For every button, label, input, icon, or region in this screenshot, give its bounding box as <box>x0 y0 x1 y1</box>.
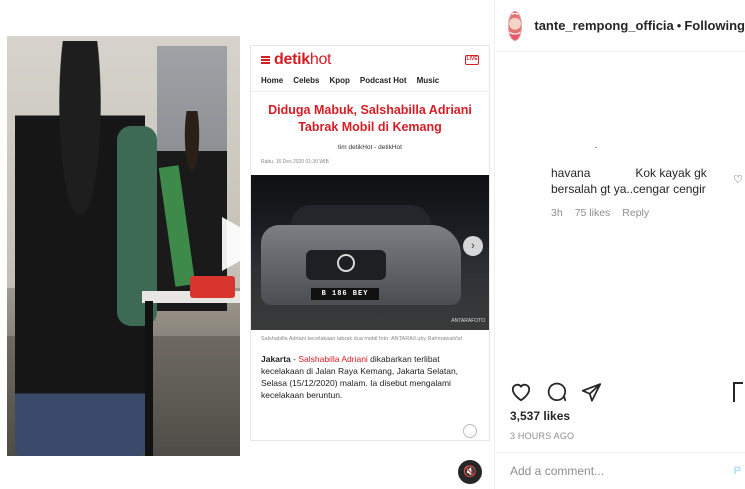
comment-icon[interactable] <box>546 381 567 402</box>
article-date: Rabu, 16 Des 2020 01:30 WIB <box>261 159 329 165</box>
share-icon[interactable] <box>581 382 602 402</box>
article-photo: B 186 BEY ANTARAFOTO <box>251 175 489 330</box>
comment-item: havana Kok kayak gk bersalah gt ya..cenga… <box>551 165 736 219</box>
divider-tick <box>595 147 597 148</box>
article-byline: tim detikHot - detikHot <box>338 144 402 151</box>
separator-dot: • <box>676 18 682 33</box>
comment-text-line1: Kok kayak gk <box>635 166 707 180</box>
instagram-post-modal: detikhot LIVE Home Celebs Kpop Podcast H… <box>0 0 745 489</box>
comment-text-line2: bersalah gt ya..cengar cengir <box>551 182 706 196</box>
red-container <box>190 276 235 298</box>
add-comment-input[interactable] <box>510 464 710 478</box>
comment-meta: 3h 75 likes Reply <box>551 207 736 219</box>
brand-bar: detikhot LIVE <box>251 46 489 74</box>
news-screenshot: detikhot LIVE Home Celebs Kpop Podcast H… <box>250 45 490 441</box>
table-leg <box>145 301 153 456</box>
menu-icon <box>261 56 270 64</box>
bookmark-icon[interactable] <box>733 382 743 402</box>
post-sidebar: tante_rempong_officia • Following havana… <box>496 0 745 489</box>
brand-logo: detikhot <box>274 51 332 68</box>
reply-button[interactable]: Reply <box>622 207 649 219</box>
license-plate: B 186 BEY <box>311 288 379 300</box>
comment-like-heart-icon[interactable]: ♡ <box>733 173 743 186</box>
nav-podcast-hot: Podcast Hot <box>359 76 407 85</box>
mute-icon[interactable]: 🔇 <box>458 460 482 484</box>
following-button[interactable]: Following <box>684 18 745 33</box>
video-frame[interactable] <box>7 36 240 456</box>
comment-username[interactable]: havana <box>551 166 590 180</box>
article-nav: Home Celebs Kpop Podcast Hot Music <box>251 74 489 92</box>
photo-watermark: ANTARAFOTO <box>451 318 485 324</box>
post-actions <box>510 381 602 402</box>
mercedes-logo-icon <box>337 254 355 272</box>
nav-celebs: Celebs <box>293 76 320 85</box>
comment-likes[interactable]: 75 likes <box>575 207 611 219</box>
live-tv-icon: LIVE <box>465 55 479 65</box>
post-header: tante_rempong_officia • Following <box>496 0 745 52</box>
article-lede: Jakarta - Salshabilla Adriani dikabarkan… <box>261 354 459 400</box>
avatar[interactable] <box>508 10 523 41</box>
photo-caption: Salshabilla Adriani kecelakaan tabrak du… <box>261 336 463 342</box>
post-media[interactable]: detikhot LIVE Home Celebs Kpop Podcast H… <box>0 0 495 489</box>
next-slide-button[interactable]: › <box>463 236 483 256</box>
nav-kpop: Kpop <box>329 76 350 85</box>
post-timestamp[interactable]: 3 HOURS AGO <box>510 431 574 441</box>
post-comment-button[interactable]: P <box>734 465 741 477</box>
comments-list[interactable]: havana Kok kayak gk bersalah gt ya..cenga… <box>496 52 745 372</box>
copy-icon <box>463 424 477 438</box>
nav-music: Music <box>416 76 440 85</box>
likes-count[interactable]: 3,537 likes <box>510 409 570 423</box>
heart-icon[interactable] <box>510 382 532 402</box>
article-headline: Diduga Mabuk, Salshabilla Adriani Tabrak… <box>268 103 472 134</box>
comment-age: 3h <box>551 207 563 219</box>
username-link[interactable]: tante_rempong_officia <box>534 18 673 33</box>
nav-home: Home <box>261 76 284 85</box>
add-comment-bar: P <box>496 452 745 489</box>
